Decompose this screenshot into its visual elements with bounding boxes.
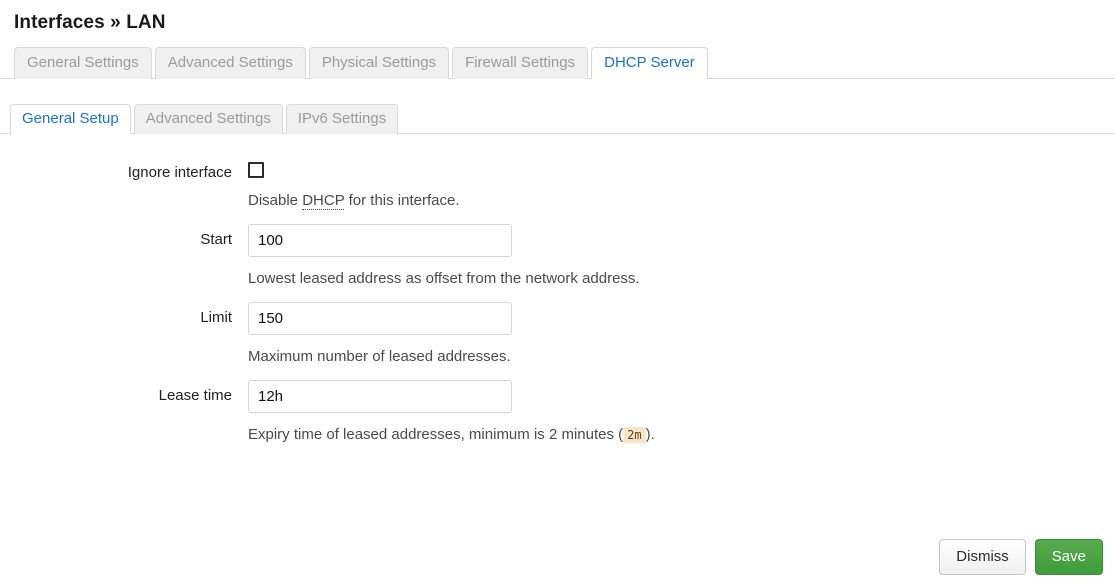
form-row-ignore-interface: Ignore interface Disable DHCP for this i…	[0, 160, 1115, 211]
lease-time-hint: Expiry time of leased addresses, minimum…	[248, 425, 1115, 445]
secondary-tab-bar: General Setup Advanced Settings IPv6 Set…	[0, 103, 1115, 134]
footer-actions: Dismiss Save	[939, 539, 1103, 575]
tab-physical-settings[interactable]: Physical Settings	[308, 47, 450, 79]
limit-hint: Maximum number of leased addresses.	[248, 348, 511, 365]
limit-input[interactable]	[248, 302, 512, 335]
limit-field: Maximum number of leased addresses.	[248, 302, 1115, 367]
ignore-interface-field: Disable DHCP for this interface.	[248, 160, 1115, 211]
limit-label: Limit	[200, 309, 232, 326]
ignore-interface-label: Ignore interface	[127, 164, 232, 181]
dhcp-abbr: DHCP	[302, 192, 345, 210]
ignore-interface-checkbox[interactable]	[248, 162, 264, 178]
lease-time-hint-before: Expiry time of leased addresses, minimum…	[248, 426, 624, 443]
lease-time-field: Expiry time of leased addresses, minimum…	[248, 380, 1115, 445]
tab-advanced-settings[interactable]: Advanced Settings	[154, 47, 306, 79]
form-row-start: Start Lowest leased address as offset fr…	[0, 224, 1115, 289]
tab-ipv6-settings[interactable]: IPv6 Settings	[285, 104, 399, 134]
page-title: Interfaces » LAN	[14, 12, 166, 33]
tab-general-settings[interactable]: General Settings	[14, 47, 152, 79]
lease-time-hint-after: ).	[645, 426, 655, 443]
dhcp-server-settings-page: Interfaces » LAN General Settings Advanc…	[0, 0, 1115, 586]
dhcp-settings-form: Ignore interface Disable DHCP for this i…	[0, 134, 1115, 445]
save-button[interactable]: Save	[1034, 539, 1103, 575]
start-label: Start	[200, 231, 232, 248]
lease-time-label: Lease time	[158, 387, 232, 404]
tab-advanced-settings-sub[interactable]: Advanced Settings	[133, 104, 283, 134]
minimum-lease-badge: 2m	[623, 427, 646, 443]
tab-general-setup[interactable]: General Setup	[10, 104, 131, 134]
tab-firewall-settings[interactable]: Firewall Settings	[452, 47, 589, 79]
ignore-interface-hint-before: Disable	[248, 192, 303, 209]
tab-dhcp-server[interactable]: DHCP Server	[591, 47, 708, 79]
dismiss-button[interactable]: Dismiss	[939, 539, 1026, 575]
start-hint: Lowest leased address as offset from the…	[248, 270, 640, 287]
lease-time-input[interactable]	[248, 380, 512, 413]
ignore-interface-hint: Disable DHCP for this interface.	[248, 191, 1115, 211]
start-input[interactable]	[248, 224, 512, 257]
primary-tab-bar: General Settings Advanced Settings Physi…	[0, 47, 1115, 79]
ignore-interface-hint-after: for this interface.	[344, 192, 460, 209]
form-row-lease-time: Lease time Expiry time of leased address…	[0, 380, 1115, 445]
form-row-limit: Limit Maximum number of leased addresses…	[0, 302, 1115, 367]
start-field: Lowest leased address as offset from the…	[248, 224, 1115, 289]
